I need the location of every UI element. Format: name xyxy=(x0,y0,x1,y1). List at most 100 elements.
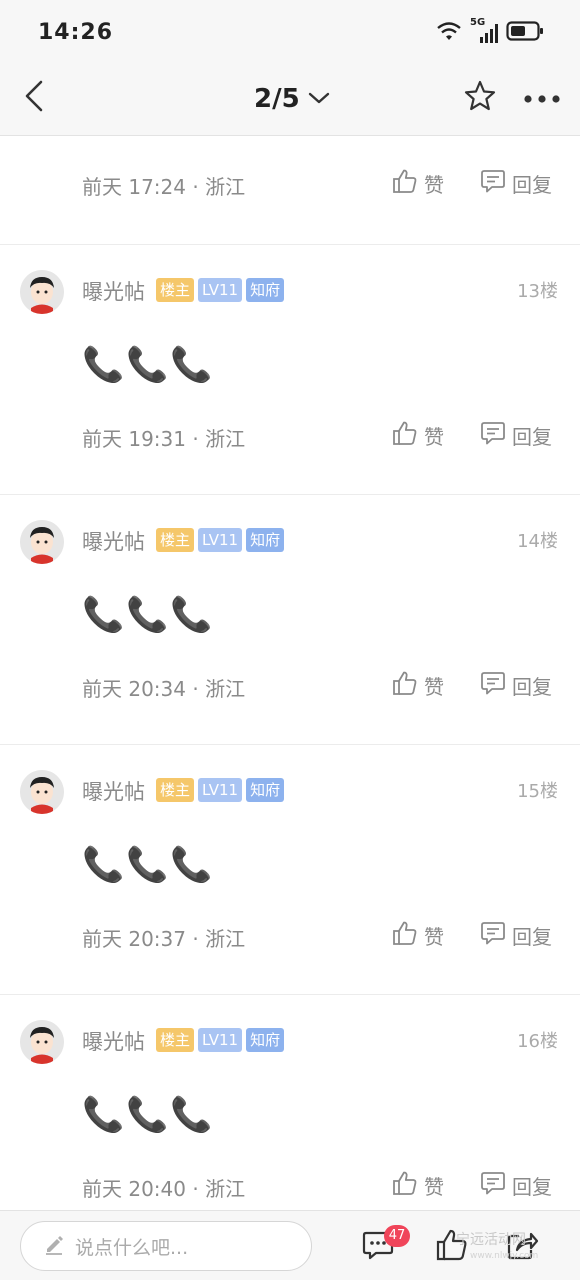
post-content: 📞 📞 📞 xyxy=(82,341,213,389)
level-badge: LV11 xyxy=(198,1028,243,1052)
more-button[interactable] xyxy=(520,78,564,118)
floor-item: 曝光帖 楼主 LV11 知府 14楼 📞 📞 📞 前天 20:34 · 浙江 赞… xyxy=(0,495,580,744)
floor-number: 16楼 xyxy=(517,1031,558,1052)
reply-icon xyxy=(480,920,506,951)
reply-label: 回复 xyxy=(512,173,552,197)
comment-placeholder: 说点什么吧... xyxy=(75,1236,189,1259)
thumb-up-icon xyxy=(392,920,418,951)
like-button[interactable]: 赞 xyxy=(392,670,444,701)
level-badge: LV11 xyxy=(198,778,243,802)
floor-item: 曝光帖 楼主 LV11 知府 13楼 📞 📞 📞 前天 19:31 · 浙江 赞… xyxy=(0,245,580,494)
reply-button[interactable]: 回复 xyxy=(480,1170,552,1201)
level-badge: LV11 xyxy=(198,528,243,552)
like-label: 赞 xyxy=(424,1175,444,1199)
reply-icon xyxy=(480,420,506,451)
title-badge: 知府 xyxy=(246,278,285,302)
phone-emoji: 📞 xyxy=(126,845,169,885)
post-time: 前天 20:34 · 浙江 xyxy=(82,677,246,701)
phone-emoji: 📞 xyxy=(170,345,213,385)
pencil-icon xyxy=(43,1233,65,1259)
reply-button[interactable]: 回复 xyxy=(480,670,552,701)
title-badge: 知府 xyxy=(246,1028,285,1052)
user-badges: 楼主 LV11 知府 xyxy=(156,278,285,302)
page-selector[interactable]: 2/5 xyxy=(254,80,330,118)
watermark: 宁远活动网 xyxy=(456,1232,526,1248)
like-button[interactable]: 赞 xyxy=(392,920,444,951)
title-badge: 知府 xyxy=(246,528,285,552)
like-label: 赞 xyxy=(424,425,444,449)
avatar[interactable] xyxy=(20,1020,64,1064)
like-label: 赞 xyxy=(424,173,444,197)
post-content: 📞 📞 📞 xyxy=(82,1091,213,1139)
comment-input[interactable]: 说点什么吧... xyxy=(20,1221,312,1271)
signal-icon: 5G xyxy=(470,17,498,45)
user-badges: 楼主 LV11 知府 xyxy=(156,1028,285,1052)
status-time: 14:26 xyxy=(38,20,114,45)
wifi-icon xyxy=(436,20,462,46)
star-icon xyxy=(463,79,497,117)
avatar[interactable] xyxy=(20,770,64,814)
reply-label: 回复 xyxy=(512,675,552,699)
nav-bar: 2/5 xyxy=(0,62,580,136)
reply-label: 回复 xyxy=(512,425,552,449)
thumb-up-icon xyxy=(392,670,418,701)
phone-emoji: 📞 xyxy=(126,595,169,635)
title-badge: 知府 xyxy=(246,778,285,802)
comment-count-badge: 47 xyxy=(384,1225,410,1247)
phone-emoji: 📞 xyxy=(126,1095,169,1135)
back-button[interactable] xyxy=(14,78,54,118)
floor-number: 14楼 xyxy=(517,531,558,552)
reply-button[interactable]: 回复 xyxy=(480,920,552,951)
reply-icon xyxy=(480,1170,506,1201)
status-icons: 5G xyxy=(436,17,544,46)
username[interactable]: 曝光帖 xyxy=(82,776,145,806)
username[interactable]: 曝光帖 xyxy=(82,276,145,306)
battery-icon xyxy=(506,20,544,46)
thumb-up-icon xyxy=(392,1170,418,1201)
floor-item: 曝光帖 楼主 LV11 知府 16楼 📞 📞 📞 前天 20:40 · 浙江 赞… xyxy=(0,995,580,1210)
post-time: 前天 20:40 · 浙江 xyxy=(82,1177,246,1201)
username[interactable]: 曝光帖 xyxy=(82,1026,145,1056)
reply-button[interactable]: 回复 xyxy=(480,420,552,451)
phone-emoji: 📞 xyxy=(82,595,125,635)
phone-emoji: 📞 xyxy=(170,845,213,885)
bottom-bar: 说点什么吧... 47 宁远活动网 www.nlwjy.com xyxy=(0,1210,580,1280)
phone-emoji: 📞 xyxy=(82,845,125,885)
level-badge: LV11 xyxy=(198,278,243,302)
back-icon xyxy=(23,79,45,117)
reply-label: 回复 xyxy=(512,1175,552,1199)
reply-label: 回复 xyxy=(512,925,552,949)
reply-button[interactable]: 回复 xyxy=(480,168,552,199)
page-indicator: 2/5 xyxy=(254,84,300,114)
more-icon xyxy=(523,89,561,108)
avatar[interactable] xyxy=(20,520,64,564)
post-time: 前天 19:31 · 浙江 xyxy=(82,427,246,451)
owner-badge: 楼主 xyxy=(156,528,195,552)
phone-emoji: 📞 xyxy=(170,595,213,635)
like-label: 赞 xyxy=(424,925,444,949)
user-badges: 楼主 LV11 知府 xyxy=(156,778,285,802)
phone-emoji: 📞 xyxy=(126,345,169,385)
chevron-down-icon xyxy=(308,90,330,109)
post-time: 前天 17:24 · 浙江 xyxy=(82,175,246,199)
thumb-up-icon xyxy=(392,420,418,451)
like-button[interactable]: 赞 xyxy=(392,420,444,451)
post-content: 📞 📞 📞 xyxy=(82,591,213,639)
post-content: 📞 📞 📞 xyxy=(82,841,213,889)
owner-badge: 楼主 xyxy=(156,1028,195,1052)
avatar[interactable] xyxy=(20,270,64,314)
favorite-button[interactable] xyxy=(460,78,500,118)
owner-badge: 楼主 xyxy=(156,778,195,802)
status-bar: 14:26 5G xyxy=(0,0,580,62)
phone-emoji: 📞 xyxy=(82,1095,125,1135)
partial-post-footer: 前天 17:24 · 浙江 赞 回复 xyxy=(0,137,580,244)
phone-emoji: 📞 xyxy=(170,1095,213,1135)
thumb-up-icon xyxy=(392,168,418,199)
comment-list: 前天 17:24 · 浙江 赞 回复 曝光帖 楼主 LV11 知府 13楼 📞 … xyxy=(0,137,580,1210)
floor-number: 13楼 xyxy=(517,281,558,302)
username[interactable]: 曝光帖 xyxy=(82,526,145,556)
like-button[interactable]: 赞 xyxy=(392,1170,444,1201)
phone-emoji: 📞 xyxy=(82,345,125,385)
floor-number: 15楼 xyxy=(517,781,558,802)
like-button[interactable]: 赞 xyxy=(392,168,444,199)
